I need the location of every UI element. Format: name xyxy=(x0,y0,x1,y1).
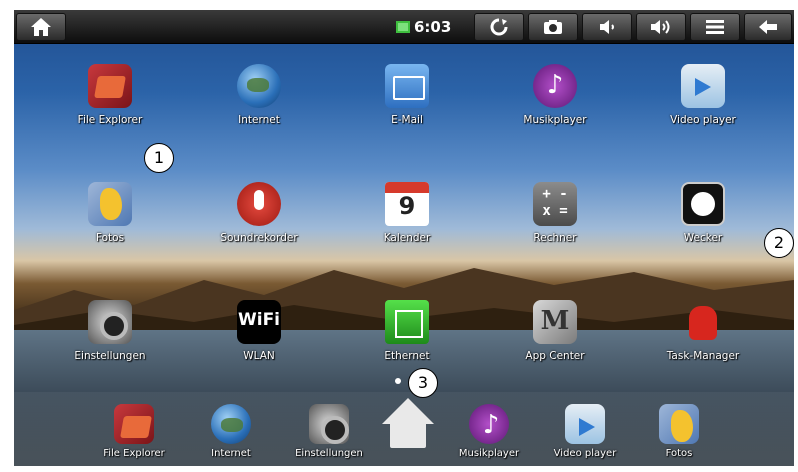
settings-icon xyxy=(88,300,132,344)
globe-icon xyxy=(211,404,251,444)
dock-musikplayer[interactable]: Musikplayer xyxy=(444,404,534,459)
menu-icon xyxy=(706,20,724,34)
app-rechner[interactable]: Rechner xyxy=(495,182,615,244)
app-label: WLAN xyxy=(243,350,275,362)
app-label: Rechner xyxy=(533,232,577,244)
dock-einstellungen[interactable]: Einstellungen xyxy=(284,404,374,459)
dock-file-explorer[interactable]: File Explorer xyxy=(89,404,179,459)
app-label: Wecker xyxy=(683,232,723,244)
android-icon xyxy=(681,300,725,344)
calendar-day: 9 xyxy=(398,192,416,220)
callout-marker: 2 xyxy=(764,228,794,258)
wifi-icon xyxy=(237,300,281,344)
home-launcher-icon[interactable] xyxy=(378,398,438,452)
calendar-icon: 9 xyxy=(385,182,429,226)
page-indicator xyxy=(395,378,401,384)
status-bar: 6:03 xyxy=(14,10,794,44)
app-label: Ethernet xyxy=(384,350,430,362)
volume-up-button[interactable] xyxy=(636,13,686,41)
dock-fotos[interactable]: Fotos xyxy=(634,404,724,459)
app-app-center[interactable]: App Center xyxy=(495,300,615,362)
ethernet-icon xyxy=(385,300,429,344)
app-soundrekorder[interactable]: Soundrekorder xyxy=(199,182,319,244)
volume-up-icon xyxy=(651,20,670,34)
dock-label: Video player xyxy=(553,448,617,459)
app-task-manager[interactable]: Task-Manager xyxy=(643,300,763,362)
screenshot-button[interactable] xyxy=(528,13,578,41)
app-label: Internet xyxy=(238,114,280,126)
folder-icon xyxy=(114,404,154,444)
volume-down-button[interactable] xyxy=(582,13,632,41)
app-center-icon xyxy=(533,300,577,344)
camera-icon xyxy=(544,20,562,34)
music-icon xyxy=(533,64,577,108)
app-label: Soundrekorder xyxy=(220,232,298,244)
dock-label: Fotos xyxy=(665,448,693,459)
dock-label: Internet xyxy=(211,448,251,459)
app-file-explorer[interactable]: File Explorer xyxy=(50,64,170,126)
globe-icon xyxy=(237,64,281,108)
back-icon xyxy=(759,20,777,34)
android-home-screen: 6:03 File Explorer Internet E-Mail ♪ Mus… xyxy=(14,10,794,466)
back-button[interactable] xyxy=(744,13,792,41)
settings-icon xyxy=(309,404,349,444)
music-icon xyxy=(469,404,513,444)
battery-icon xyxy=(396,21,410,33)
app-fotos[interactable]: Fotos xyxy=(50,182,170,244)
home-icon xyxy=(31,18,51,36)
dock-label: Musikplayer xyxy=(458,448,520,459)
app-label: Kalender xyxy=(383,232,431,244)
app-label: E-Mail xyxy=(391,114,423,126)
folder-icon xyxy=(88,64,132,108)
app-label: File Explorer xyxy=(77,114,143,126)
photos-icon xyxy=(88,182,132,226)
app-wecker[interactable]: Wecker xyxy=(643,182,763,244)
video-icon xyxy=(565,404,605,444)
home-button[interactable] xyxy=(16,13,66,41)
refresh-icon xyxy=(490,18,508,36)
clock-icon xyxy=(681,182,725,226)
app-label: Einstellungen xyxy=(74,350,146,362)
refresh-button[interactable] xyxy=(474,13,524,41)
dock: File Explorer Internet Einstellungen Mus… xyxy=(14,392,794,466)
status-clock: 6:03 xyxy=(414,18,452,36)
app-internet[interactable]: Internet xyxy=(199,64,319,126)
app-label: Musikplayer xyxy=(523,114,587,126)
dock-video-player[interactable]: Video player xyxy=(540,404,630,459)
dock-label: Einstellungen xyxy=(295,448,363,459)
app-einstellungen[interactable]: Einstellungen xyxy=(50,300,170,362)
callout-marker: 1 xyxy=(144,143,174,173)
dock-label: File Explorer xyxy=(103,448,165,459)
dock-internet[interactable]: Internet xyxy=(186,404,276,459)
mail-icon xyxy=(385,64,429,108)
photos-icon xyxy=(659,404,699,444)
app-label: Fotos xyxy=(95,232,125,244)
app-label: Video player xyxy=(670,114,736,126)
app-kalender[interactable]: 9 Kalender xyxy=(347,182,467,244)
app-wlan[interactable]: WLAN xyxy=(199,300,319,362)
callout-marker: 3 xyxy=(408,368,438,398)
app-label: App Center xyxy=(525,350,585,362)
volume-down-icon xyxy=(600,20,614,34)
app-musikplayer[interactable]: Musikplayer xyxy=(495,64,615,126)
microphone-icon xyxy=(237,182,281,226)
calculator-icon xyxy=(533,182,577,226)
app-video-player[interactable]: Video player xyxy=(643,64,763,126)
app-ethernet[interactable]: Ethernet xyxy=(347,300,467,362)
screen: 6:03 File Explorer Internet E-Mail ♪ Mus… xyxy=(0,0,798,472)
menu-button[interactable] xyxy=(690,13,740,41)
video-icon xyxy=(681,64,725,108)
app-label: Task-Manager xyxy=(666,350,740,362)
app-email[interactable]: E-Mail xyxy=(347,64,467,126)
